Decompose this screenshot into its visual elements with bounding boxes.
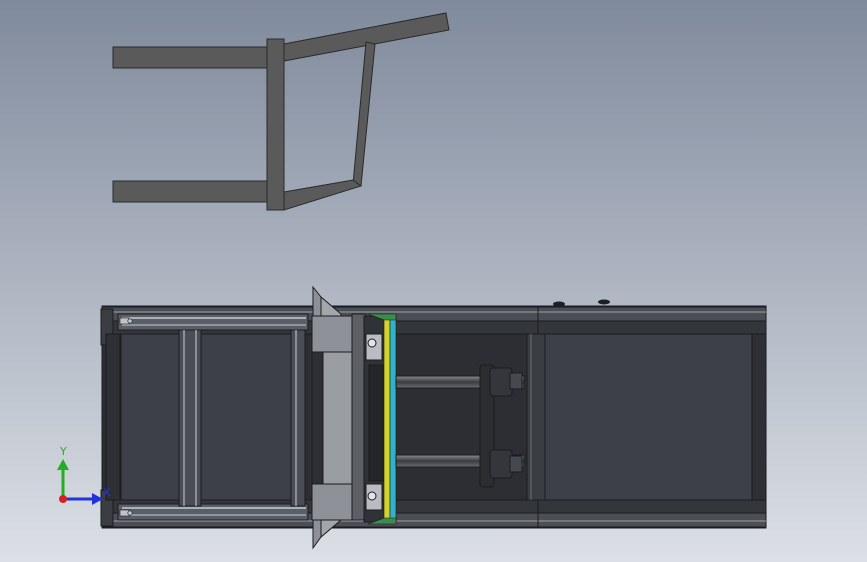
bolt-icon (598, 299, 610, 305)
triad-origin (59, 495, 67, 503)
left-bay-panel-1 (120, 333, 180, 501)
left-bay-panel-2 (200, 333, 292, 501)
machine-assembly-top-view[interactable] (100, 285, 767, 550)
left-top-guide (117, 313, 309, 331)
platen-slot (311, 351, 324, 485)
cylinder-clamp-upper (489, 367, 513, 397)
right-bay-panel (544, 333, 753, 501)
cylinder-clamp-lower (489, 449, 513, 479)
left-end-plate (105, 333, 121, 501)
rod-end-upper (509, 372, 523, 390)
sketch-lower-arm (112, 180, 272, 203)
triad-y-label: Y (59, 445, 67, 458)
rod-end-lower (509, 455, 523, 473)
bearing-top-ball (367, 338, 377, 348)
cad-graphics-viewport[interactable]: Y X (0, 0, 867, 562)
left-cross-member (178, 329, 202, 507)
bearing-bottom-ball (367, 491, 377, 501)
triad-x-label: X (103, 486, 111, 499)
bolt-icon (553, 301, 565, 307)
left-bottom-guide (117, 503, 309, 521)
sketch-upper-arm (112, 46, 272, 69)
accent-yellow-plate (383, 315, 391, 523)
accent-cyan-plate (389, 315, 397, 523)
left-cross-member-2 (290, 329, 306, 507)
mold-core (368, 364, 384, 482)
model-canvas[interactable]: Y X (0, 0, 867, 562)
right-cross-member (526, 333, 546, 501)
right-end-plate (751, 333, 767, 501)
sketch-vertical-post (266, 38, 285, 211)
